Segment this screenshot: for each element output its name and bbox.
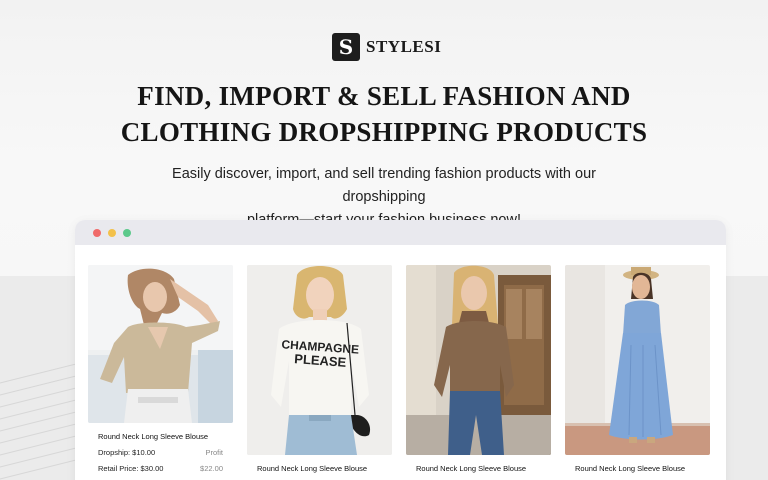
dropship-price: Dropship: $10.00	[98, 448, 156, 457]
maximize-dot-icon[interactable]	[123, 228, 131, 237]
product-image[interactable]	[406, 265, 551, 455]
product-title[interactable]: Round Neck Long Sleeve Blouse	[565, 464, 710, 473]
product-title[interactable]: Round Neck Long Sleeve Blouse	[406, 464, 551, 473]
decorative-lines	[0, 360, 80, 480]
product-title[interactable]: Round Neck Long Sleeve Blouse	[247, 464, 392, 473]
dropship-row: Dropship: $10.00 Profit	[98, 448, 223, 457]
product-card[interactable]: Round Neck Long Sleeve Blouse	[406, 265, 551, 473]
browser-window: Round Neck Long Sleeve Blouse Dropship: …	[75, 220, 726, 480]
brand-logo[interactable]: S STYLESI	[332, 33, 441, 61]
product-card[interactable]: Round Neck Long Sleeve Blouse	[565, 265, 710, 473]
page-title: FIND, IMPORT & SELL FASHION AND CLOTHING…	[0, 78, 768, 150]
window-title-bar	[75, 220, 726, 245]
profit-label: Profit	[205, 448, 223, 457]
product-image[interactable]	[88, 265, 233, 423]
product-pricing: Dropship: $10.00 Profit Retail Price: $3…	[88, 448, 233, 473]
product-card[interactable]: CHAMPAGNE PLEASE Round Neck Long Sleeve …	[247, 265, 392, 473]
brand-name: STYLESI	[366, 37, 442, 56]
product-title[interactable]: Round Neck Long Sleeve Blouse	[88, 432, 233, 441]
minimize-dot-icon[interactable]	[108, 228, 116, 237]
retail-price: Retail Price: $30.00	[98, 464, 164, 473]
product-image[interactable]: CHAMPAGNE PLEASE	[247, 265, 392, 455]
retail-row: Retail Price: $30.00 $22.00	[98, 464, 223, 473]
product-card[interactable]: Round Neck Long Sleeve Blouse Dropship: …	[88, 265, 233, 473]
subtitle-line-1: Easily discover, import, and sell trendi…	[172, 166, 596, 205]
product-image[interactable]	[565, 265, 710, 455]
headline-line-2: CLOTHING DROPSHIPPING PRODUCTS	[120, 117, 648, 147]
close-dot-icon[interactable]	[93, 228, 101, 237]
headline-line-1: FIND, IMPORT & SELL FASHION AND	[137, 81, 631, 111]
logo-mark-icon: S	[332, 33, 360, 61]
profit-value: $22.00	[200, 464, 223, 473]
